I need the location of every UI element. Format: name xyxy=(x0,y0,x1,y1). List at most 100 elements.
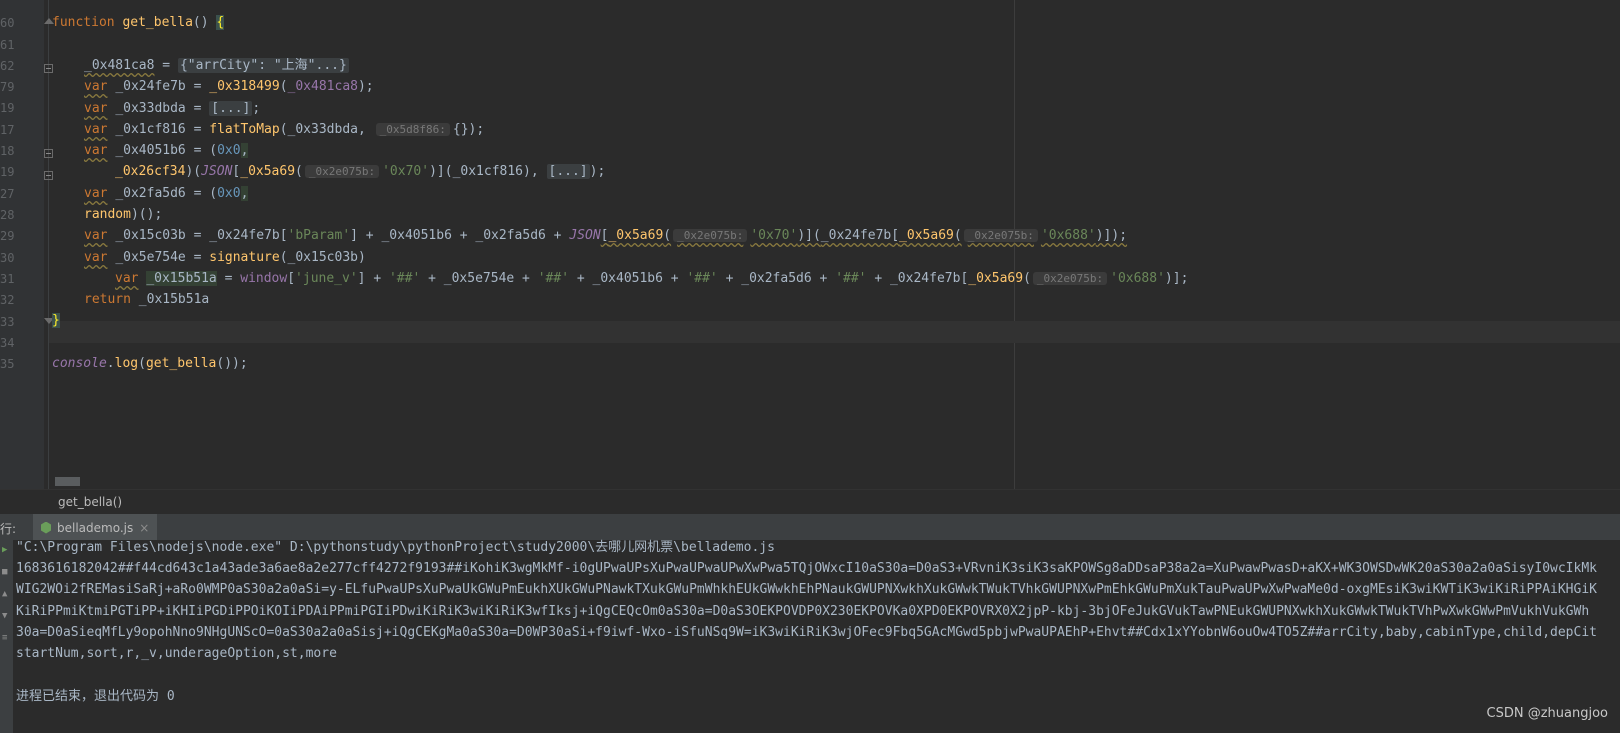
line-number: 28 xyxy=(0,208,15,222)
function-call: _0x5a69 xyxy=(968,271,1024,286)
fold-toggle-icon[interactable] xyxy=(44,64,53,73)
number-literal: 0x0 xyxy=(217,143,241,158)
folded-array[interactable]: [...] xyxy=(546,164,590,179)
identifier: _0x24fe7b xyxy=(115,79,186,94)
console-line: 进程已结束，退出代码为 0 xyxy=(16,689,175,704)
console-line: 30a=D0aSieqMfLy9opohNno9NHgUNScO=0aS30a2… xyxy=(16,625,1597,640)
parameter-hint: _0x2e075b: xyxy=(1032,272,1108,285)
code-editor[interactable]: 60 61 62 79 19 17 18 19 27 28 29 30 31 3… xyxy=(0,0,1620,489)
line-number: 18 xyxy=(0,144,15,158)
function-call: _0x5a69 xyxy=(899,228,954,243)
identifier: _0x15c03b xyxy=(115,228,186,243)
code-line[interactable]: random)(); xyxy=(84,204,162,226)
function-call: _0x5a69 xyxy=(240,164,296,179)
fold-toggle-icon[interactable] xyxy=(44,171,53,180)
rerun-icon[interactable]: ▶ xyxy=(2,546,10,555)
breadcrumb[interactable]: get_bella() xyxy=(0,489,1620,514)
identifier: _0x5e754e xyxy=(443,271,515,286)
parameter-hint: _0x2e075b: xyxy=(963,229,1038,242)
line-number: 61 xyxy=(0,38,15,52)
string-literal: '##' xyxy=(835,271,867,286)
keyword: var xyxy=(84,250,108,265)
function-call: flatToMap xyxy=(209,122,280,137)
global-object: console xyxy=(52,356,107,371)
line-number: 60 xyxy=(0,16,15,30)
stop-icon[interactable]: ■ xyxy=(2,568,10,577)
string-literal: '##' xyxy=(388,271,421,286)
code-line[interactable]: return _0x15b51a xyxy=(84,289,209,311)
number-literal: 0x0 xyxy=(217,186,241,201)
code-line[interactable]: var _0x33dbda = [...]; xyxy=(84,98,260,120)
string-literal: 'bParam' xyxy=(287,228,351,243)
horizontal-scrollbar[interactable] xyxy=(55,477,80,486)
code-line[interactable]: _0x26cf34)(JSON[_0x5a69(_0x2e075b: '0x70'… xyxy=(115,161,605,183)
identifier: _0x15c03b xyxy=(287,250,358,265)
keyword: var xyxy=(115,271,139,286)
line-number: 19 xyxy=(0,165,15,179)
code-line[interactable]: var _0x15c03b = _0x24fe7b['bParam'] + _0… xyxy=(84,225,1127,247)
code-line[interactable]: var _0x15b51a = window['june_v'] + '##' … xyxy=(115,268,1188,290)
identifier: _0x2fa5d6 xyxy=(115,186,186,201)
identifier: _0x2fa5d6 xyxy=(741,271,812,286)
keyword: var xyxy=(84,79,108,94)
keyword: var xyxy=(84,122,108,137)
line-number: 34 xyxy=(0,336,15,350)
line-number: 32 xyxy=(0,293,15,307)
code-line[interactable]: var _0x4051b6 = (0x0, xyxy=(84,140,249,162)
identifier: _0x481ca8 xyxy=(287,79,358,94)
identifier: _0x4051b6 xyxy=(115,143,186,158)
console-line: "C:\Program Files\nodejs\node.exe" D:\py… xyxy=(16,540,775,555)
identifier: _0x1cf816 xyxy=(115,122,186,137)
code-line[interactable]: var _0x2fa5d6 = (0x0, xyxy=(84,183,249,205)
console-line: KiRiPPmiKtmiPGTiPP+iKHIiPGDiPPOiKOIiPDAi… xyxy=(16,604,1590,619)
string-literal: '0x70' xyxy=(750,228,798,243)
identifier: _0x24fe7b xyxy=(820,228,892,243)
identifier: _0x2fa5d6 xyxy=(475,228,546,243)
parameter-hint: _0x5d8f86: xyxy=(375,123,450,136)
folded-object[interactable]: {"arrCity": "上海"...} xyxy=(177,58,349,73)
function-call: _0x318499 xyxy=(209,79,280,94)
identifier: _0x4051b6 xyxy=(381,228,452,243)
identifier: _0x15b51a xyxy=(138,292,210,307)
keyword: var xyxy=(84,186,108,201)
console-line: WIG2WOi2fREMasiSaRj+aRo0WMP0aS30a2a0aSi=… xyxy=(16,582,1597,597)
line-number: 62 xyxy=(0,59,15,73)
fold-toggle-icon[interactable] xyxy=(44,149,53,158)
close-icon[interactable]: × xyxy=(139,521,149,535)
string-literal: '0x688' xyxy=(1110,271,1165,286)
code-line[interactable]: var _0x5e754e = signature(_0x15c03b) xyxy=(84,247,366,269)
code-line[interactable]: var _0x24fe7b = _0x318499(_0x481ca8); xyxy=(84,76,374,98)
wrap-icon[interactable]: ≡ xyxy=(2,634,10,643)
identifier: _0x24fe7b xyxy=(209,228,280,243)
code-line[interactable]: console.log(get_bella()); xyxy=(52,353,248,375)
identifier: _0x4051b6 xyxy=(592,271,663,286)
folded-array[interactable]: [...] xyxy=(209,101,253,116)
line-number: 27 xyxy=(0,187,15,201)
identifier: _0x5e754e xyxy=(115,250,186,265)
function-call: _0x26cf34 xyxy=(115,164,186,179)
console-line: 1683616182042##f44cd643c1a43ade3a6ae8a2e… xyxy=(16,561,1597,576)
line-number: 17 xyxy=(0,123,15,137)
function-call: log xyxy=(114,356,139,371)
current-line-highlight xyxy=(49,321,1620,343)
line-number: 29 xyxy=(0,229,15,243)
line-number: 79 xyxy=(0,80,15,94)
scroll-up-icon[interactable]: ▲ xyxy=(2,590,10,599)
console-output[interactable]: ▶ ■ ▲ ▼ ≡ "C:\Program Files\nodejs\node.… xyxy=(0,540,1620,733)
global-object: JSON xyxy=(569,228,601,243)
function-call: random xyxy=(84,207,131,222)
code-line[interactable]: var _0x1cf816 = flatToMap(_0x33dbda, _0x… xyxy=(84,119,484,141)
gutter-divider xyxy=(48,0,49,489)
identifier: _0x481ca8 xyxy=(84,58,155,73)
line-number: 35 xyxy=(0,357,15,371)
breadcrumb-item[interactable]: get_bella() xyxy=(58,495,122,509)
keyword: var xyxy=(84,143,108,158)
code-line[interactable]: _0x481ca8 = {"arrCity": "上海"...} xyxy=(84,55,349,77)
function-name: get_bella xyxy=(122,15,193,30)
identifier: _0x24fe7b xyxy=(889,271,961,286)
code-line[interactable]: } xyxy=(52,310,60,332)
code-line[interactable]: function get_bella() { xyxy=(52,12,225,34)
string-literal: '0x688' xyxy=(1040,228,1096,243)
scroll-down-icon[interactable]: ▼ xyxy=(2,612,10,621)
line-number: 31 xyxy=(0,272,15,286)
